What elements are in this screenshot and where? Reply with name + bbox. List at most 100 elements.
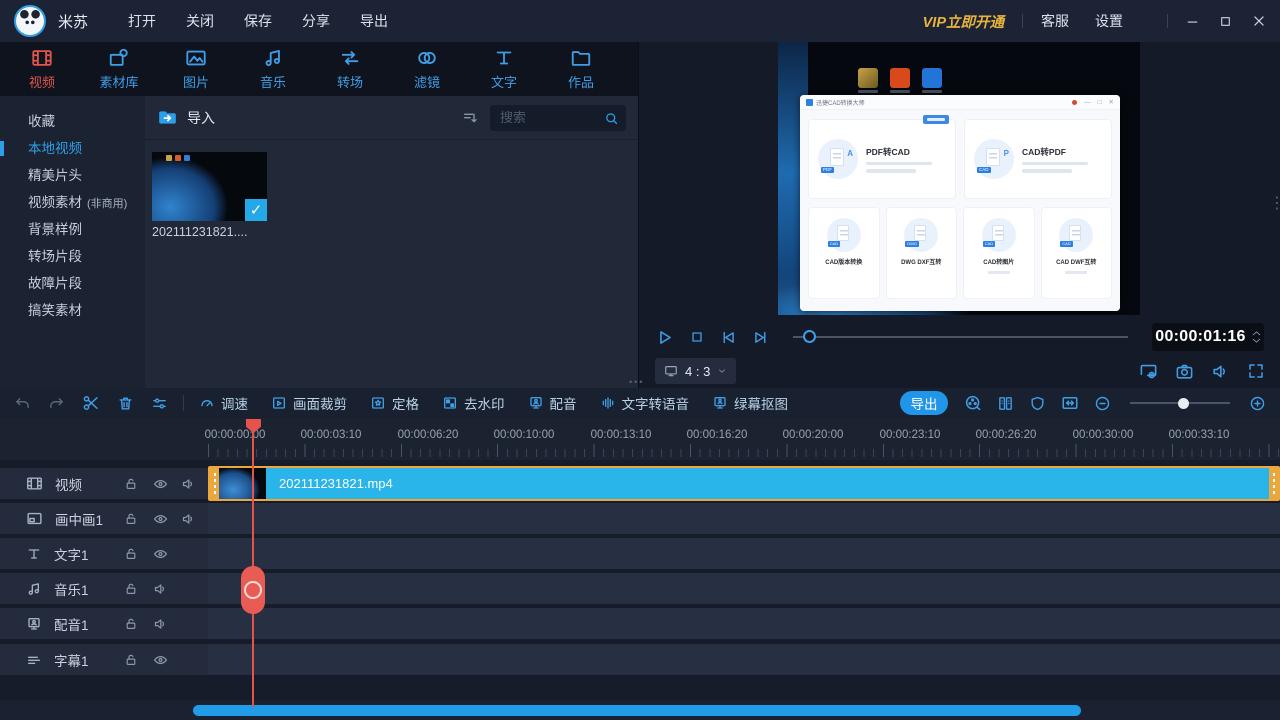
- time-down-icon[interactable]: [1252, 338, 1261, 344]
- skip-start-icon[interactable]: [720, 329, 737, 346]
- seek-handle[interactable]: [803, 330, 817, 343]
- tab-works[interactable]: 作品: [553, 47, 609, 91]
- sidebar-item-backgrounds[interactable]: 背景样例: [0, 216, 145, 243]
- minimize-icon[interactable]: [1186, 15, 1199, 28]
- trim-handle-left[interactable]: [210, 468, 219, 499]
- scrollbar-thumb[interactable]: [193, 705, 1081, 716]
- timeline-ruler[interactable]: 00:00:00:00 00:00:03:10 00:00:06:20 00:0…: [0, 418, 1280, 460]
- sidebar-item-intros[interactable]: 精美片头: [0, 162, 145, 189]
- media-item[interactable]: ✓: [152, 152, 267, 221]
- timeline-zoom-slider[interactable]: [1130, 397, 1230, 409]
- audio-icon[interactable]: [181, 476, 196, 491]
- track-lane-voice[interactable]: [208, 608, 1280, 639]
- sidebar-label: 故障片段: [28, 276, 82, 291]
- display-settings-icon[interactable]: [1139, 362, 1158, 381]
- sidebar-item-favorites[interactable]: 收藏: [0, 108, 145, 135]
- menu-share[interactable]: 分享: [302, 11, 330, 31]
- snapshot-icon[interactable]: [1175, 362, 1194, 381]
- visibility-icon[interactable]: [153, 476, 168, 491]
- stop-icon[interactable]: [689, 329, 705, 345]
- playhead-handle[interactable]: [241, 566, 265, 614]
- maximize-icon[interactable]: [1219, 15, 1232, 28]
- vip-upgrade-button[interactable]: VIP立即开通: [923, 11, 1004, 32]
- desktop-icon-image: [856, 68, 880, 93]
- track-lane-video[interactable]: 202111231821.mp4: [208, 466, 1280, 501]
- chroma-button[interactable]: 绿幕抠图: [712, 393, 788, 413]
- sidebar-item-stock-video[interactable]: 视频素材 (非商用): [0, 189, 145, 216]
- lock-icon[interactable]: [124, 582, 138, 596]
- audio-icon[interactable]: [181, 511, 196, 526]
- settings-button[interactable]: 设置: [1095, 11, 1123, 31]
- tts-button[interactable]: 文字转语音: [600, 393, 689, 413]
- track-lane-music[interactable]: [208, 573, 1280, 604]
- sidebar-item-local-video[interactable]: 本地视频: [0, 135, 145, 162]
- close-icon[interactable]: [1252, 14, 1266, 28]
- fit-width-icon[interactable]: [1061, 394, 1079, 412]
- skip-end-icon[interactable]: [752, 329, 769, 346]
- tab-video[interactable]: 视频: [14, 47, 70, 91]
- trim-handle-right[interactable]: [1269, 468, 1278, 499]
- timeline-clip[interactable]: 202111231821.mp4: [208, 466, 1280, 501]
- lock-icon[interactable]: [124, 477, 138, 491]
- zoom-out-icon[interactable]: [1094, 395, 1111, 412]
- zoom-slider-handle[interactable]: [1178, 397, 1189, 409]
- speed-button[interactable]: 调速: [199, 393, 248, 413]
- shield-icon[interactable]: [1029, 395, 1046, 412]
- undo-icon[interactable]: [14, 395, 31, 412]
- lock-icon[interactable]: [124, 512, 138, 526]
- lock-icon[interactable]: [124, 653, 138, 667]
- edit-toolbar: 调速 画面裁剪 定格 去水印 配音 文字转语音 绿幕抠图 导出: [0, 388, 1280, 418]
- menu-close-project[interactable]: 关闭: [186, 11, 214, 31]
- menu-save[interactable]: 保存: [244, 11, 272, 31]
- tab-transition[interactable]: 转场: [322, 47, 378, 91]
- track-lane-subtitle[interactable]: [208, 644, 1280, 675]
- freeze-button[interactable]: 定格: [370, 393, 419, 413]
- tab-filter[interactable]: 滤镜: [399, 47, 455, 91]
- visibility-icon[interactable]: [153, 546, 168, 561]
- sidebar-item-glitch[interactable]: 故障片段: [0, 270, 145, 297]
- delete-icon[interactable]: [117, 395, 134, 412]
- crop-button[interactable]: 画面裁剪: [271, 393, 347, 413]
- sidebar-item-funny[interactable]: 搞笑素材: [0, 297, 145, 324]
- support-button[interactable]: 客服: [1041, 11, 1069, 31]
- lock-icon[interactable]: [124, 617, 138, 631]
- ruler-label: 00:00:33:10: [1168, 429, 1230, 441]
- aspect-ratio-select[interactable]: 4 : 3: [655, 358, 737, 384]
- film-reel-icon[interactable]: [964, 394, 982, 412]
- menu-open[interactable]: 打开: [128, 11, 156, 31]
- horizontal-splitter-handle[interactable]: •••: [629, 377, 644, 387]
- time-up-icon[interactable]: [1252, 330, 1261, 336]
- zoom-in-icon[interactable]: [1249, 395, 1266, 412]
- segment-icon[interactable]: [997, 395, 1014, 412]
- current-time: 00:00:01:16: [1155, 328, 1246, 345]
- tab-music[interactable]: 音乐: [245, 47, 301, 91]
- watermark-button[interactable]: 去水印: [442, 393, 505, 413]
- panel-splitter-handle[interactable]: ⋮: [1269, 196, 1280, 212]
- visibility-icon[interactable]: [153, 652, 168, 667]
- tab-library[interactable]: 素材库: [91, 47, 147, 91]
- sidebar-item-transitions[interactable]: 转场片段: [0, 243, 145, 270]
- sort-icon[interactable]: [462, 110, 478, 126]
- audio-icon[interactable]: [153, 616, 168, 631]
- lock-icon[interactable]: [124, 547, 138, 561]
- menu-export[interactable]: 导出: [360, 11, 388, 31]
- play-icon[interactable]: [655, 328, 674, 347]
- cut-icon[interactable]: [82, 394, 100, 412]
- track-lane-pip[interactable]: [208, 503, 1280, 534]
- microphone-screen-icon: [528, 395, 544, 411]
- dubbing-button[interactable]: 配音: [528, 393, 577, 413]
- redo-icon[interactable]: [48, 395, 65, 412]
- visibility-icon[interactable]: [153, 511, 168, 526]
- tab-text[interactable]: 文字: [476, 47, 532, 91]
- horizontal-scrollbar[interactable]: [0, 700, 1280, 720]
- export-button[interactable]: 导出: [900, 391, 948, 415]
- magnifier-icon[interactable]: [604, 111, 619, 126]
- seek-slider[interactable]: [793, 330, 1128, 343]
- track-manage-icon[interactable]: [151, 395, 168, 412]
- volume-icon[interactable]: [1211, 362, 1230, 381]
- import-button[interactable]: 导入: [157, 107, 215, 128]
- fullscreen-icon[interactable]: [1247, 362, 1265, 380]
- audio-icon[interactable]: [153, 581, 168, 596]
- track-lane-text[interactable]: [208, 538, 1280, 569]
- tab-image[interactable]: 图片: [168, 47, 224, 91]
